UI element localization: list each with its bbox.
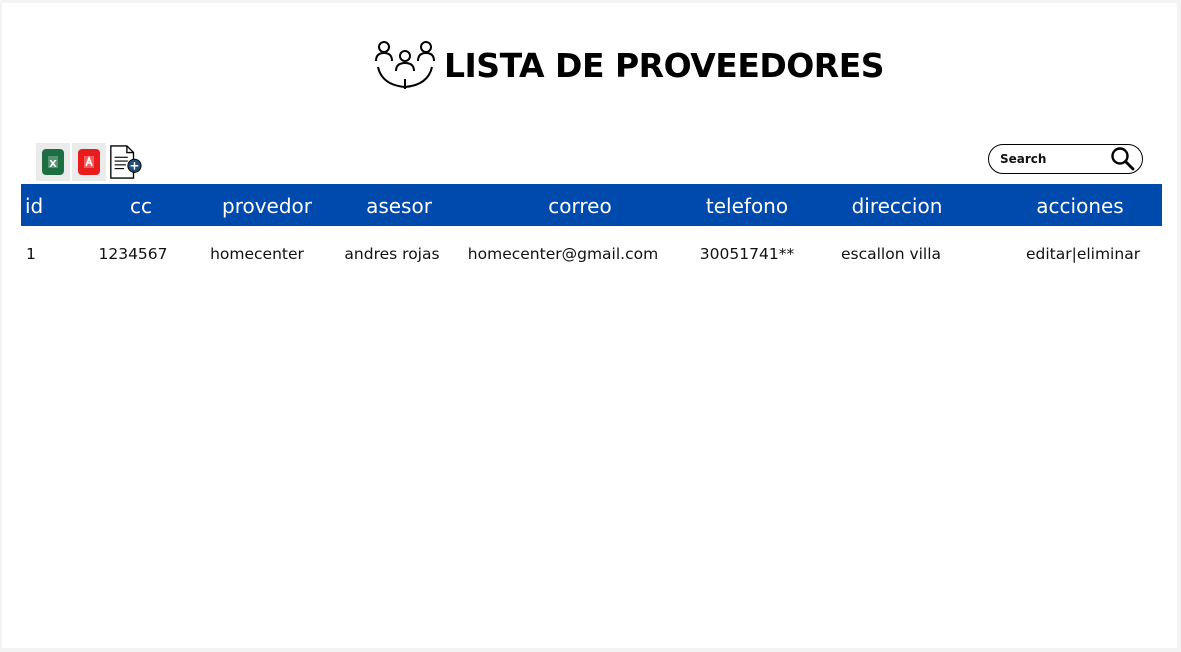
- column-header-provedor: provedor: [221, 194, 313, 218]
- excel-export-button[interactable]: X: [36, 143, 70, 181]
- cell-provedor: homecenter: [210, 245, 304, 263]
- column-header-asesor: asesor: [366, 194, 432, 218]
- cell-cc: 1234567: [98, 245, 168, 263]
- delete-link[interactable]: eliminar: [1077, 245, 1140, 263]
- page-header: LISTA DE PROVEEDORES: [374, 39, 885, 91]
- people-group-icon: [375, 41, 435, 89]
- search-input[interactable]: [1000, 152, 1105, 166]
- table-row: 1 1234567 homecenter andres rojas homece…: [21, 238, 1162, 272]
- column-header-direccion: direccion: [851, 194, 943, 218]
- cell-correo: homecenter@gmail.com: [467, 245, 659, 263]
- cell-id: 1: [26, 245, 36, 263]
- column-header-cc: cc: [130, 194, 152, 218]
- table-header: id cc provedor asesor correo telefono di…: [21, 184, 1162, 226]
- cell-telefono: 30051741**: [699, 245, 795, 263]
- toolbar: X: [36, 143, 142, 181]
- document-add-icon: [110, 145, 142, 179]
- cell-asesor: andres rojas: [344, 245, 440, 263]
- new-document-button[interactable]: [108, 143, 142, 181]
- column-header-id: id: [25, 194, 44, 218]
- pdf-icon: [78, 149, 100, 175]
- edit-link[interactable]: editar: [1026, 245, 1072, 263]
- page: LISTA DE PROVEEDORES X Search id cc prov…: [2, 3, 1177, 648]
- cell-acciones: editar|eliminar: [1026, 245, 1140, 263]
- column-header-acciones: acciones: [1036, 194, 1124, 218]
- search-icon[interactable]: [1110, 146, 1136, 172]
- cell-direccion: escallon villa: [840, 245, 942, 263]
- pdf-export-button[interactable]: [72, 143, 106, 181]
- column-header-telefono: telefono: [705, 194, 789, 218]
- column-header-correo: correo: [548, 194, 612, 218]
- svg-text:X: X: [49, 159, 57, 170]
- excel-icon: X: [42, 149, 64, 175]
- search-box: [988, 144, 1143, 174]
- page-title: LISTA DE PROVEEDORES: [444, 45, 885, 85]
